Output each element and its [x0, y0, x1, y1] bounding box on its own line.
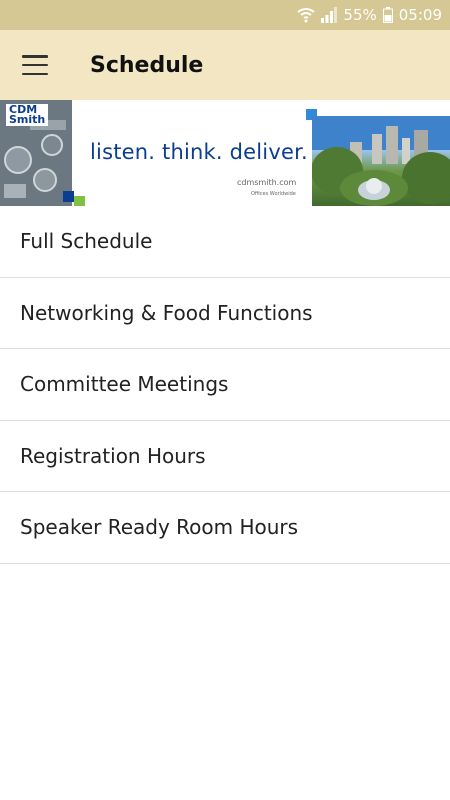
schedule-list: Full Schedule Networking & Food Function… [0, 206, 450, 564]
battery-percent: 55% [343, 6, 377, 24]
menu-icon[interactable] [22, 55, 48, 75]
list-item-label: Full Schedule [20, 229, 153, 254]
list-item-full-schedule[interactable]: Full Schedule [0, 206, 450, 278]
status-bar: 55% 05:09 [0, 0, 450, 30]
list-item-label: Registration Hours [20, 443, 206, 468]
wifi-icon [297, 7, 316, 23]
banner-subtext: Offices Worldwide [251, 191, 296, 197]
banner-photo-right [311, 116, 450, 206]
list-item-label: Networking & Food Functions [20, 300, 313, 325]
banner-website: cdmsmith.com [237, 178, 297, 187]
banner-photo-left: CDM Smith [0, 100, 72, 206]
decor-square [74, 196, 85, 206]
list-item-label: Committee Meetings [20, 372, 229, 397]
sponsor-banner[interactable]: CDM Smith listen. think. deliver. cdmsmi… [0, 100, 450, 206]
list-item-networking-food[interactable]: Networking & Food Functions [0, 278, 450, 349]
clock: 05:09 [398, 6, 442, 24]
list-item-label: Speaker Ready Room Hours [20, 515, 299, 540]
list-item-committee-meetings[interactable]: Committee Meetings [0, 349, 450, 421]
battery-icon [382, 7, 393, 23]
app-bar: Schedule [0, 30, 450, 100]
cdm-smith-logo: CDM Smith [6, 104, 49, 126]
signal-icon [321, 7, 338, 23]
banner-tagline: listen. think. deliver. [90, 140, 308, 164]
page-title: Schedule [90, 52, 204, 78]
list-item-registration-hours[interactable]: Registration Hours [0, 421, 450, 492]
decor-square [63, 191, 74, 202]
list-item-speaker-ready-room[interactable]: Speaker Ready Room Hours [0, 492, 450, 564]
